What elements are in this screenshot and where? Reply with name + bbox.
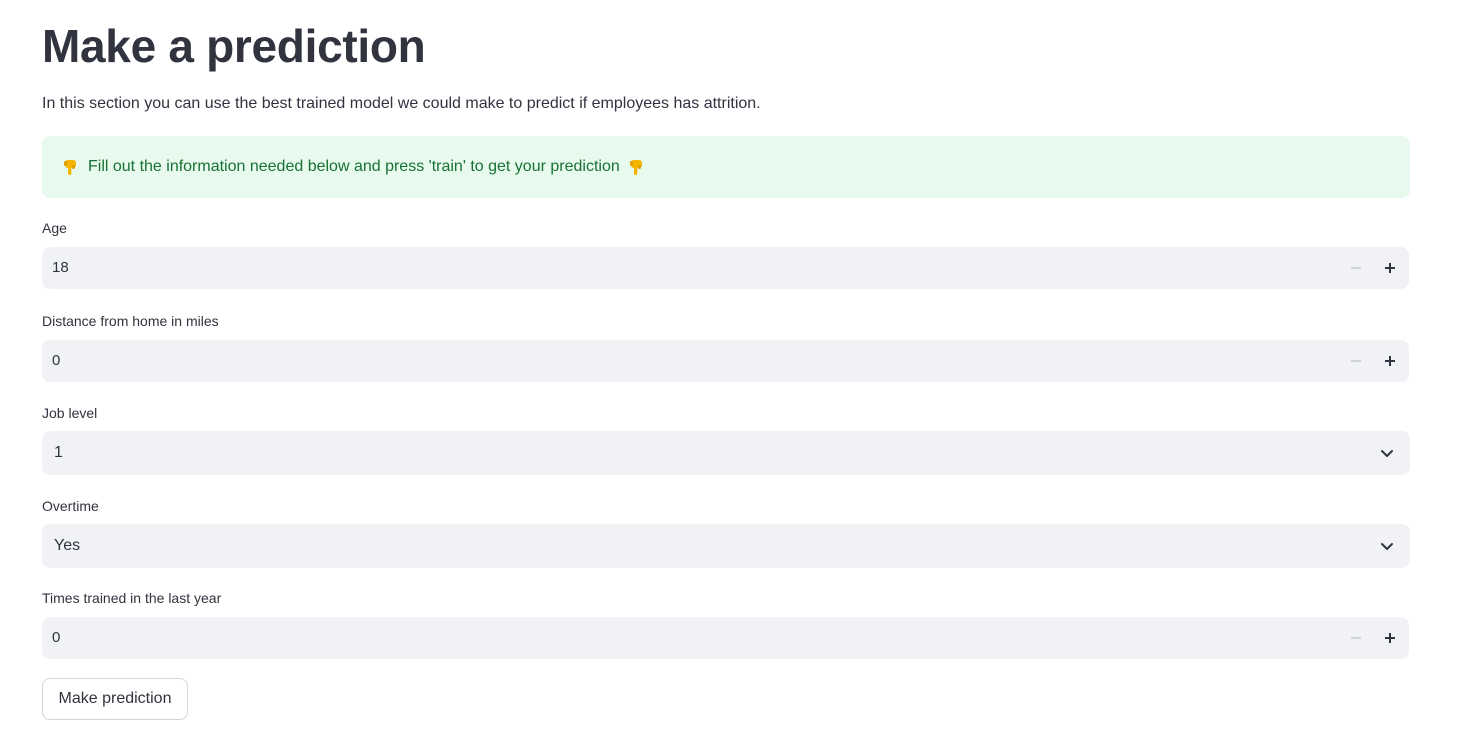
age-value[interactable]: 18	[52, 247, 69, 289]
distance-increment-button[interactable]	[1373, 340, 1407, 382]
distance-number-input[interactable]: 0	[42, 340, 1409, 382]
trainings-increment-button[interactable]	[1373, 617, 1407, 659]
minus-icon	[1351, 360, 1361, 362]
chevron-down-icon	[1381, 450, 1393, 457]
minus-icon	[1351, 637, 1361, 639]
job-level-select[interactable]: 1	[42, 431, 1410, 475]
trainings-number-input[interactable]: 0	[42, 617, 1409, 659]
distance-field: Distance from home in miles 0	[42, 312, 1410, 382]
age-label: Age	[42, 220, 67, 236]
pointing-down-emoji-icon	[628, 158, 646, 176]
job-level-value: 1	[54, 444, 63, 461]
overtime-value: Yes	[54, 537, 81, 554]
distance-value[interactable]: 0	[52, 340, 60, 382]
trainings-field: Times trained in the last year 0	[42, 589, 1410, 659]
pointing-down-emoji-icon	[62, 158, 80, 176]
job-level-field: Job level 1	[42, 404, 1410, 475]
distance-decrement-button[interactable]	[1339, 340, 1373, 382]
plus-icon	[1385, 633, 1395, 643]
trainings-decrement-button[interactable]	[1339, 617, 1373, 659]
distance-label: Distance from home in miles	[42, 313, 219, 329]
page-title: Make a prediction	[42, 20, 426, 72]
alert-text: Fill out the information needed below an…	[88, 158, 620, 175]
make-prediction-button[interactable]: Make prediction	[42, 678, 188, 720]
chevron-down-icon	[1381, 543, 1393, 550]
info-alert: Fill out the information needed below an…	[42, 136, 1410, 198]
job-level-label: Job level	[42, 405, 98, 421]
age-decrement-button[interactable]	[1339, 247, 1373, 289]
intro-text: In this section you can use the best tra…	[42, 95, 761, 112]
minus-icon	[1351, 267, 1361, 269]
age-field: Age 18	[42, 219, 1410, 289]
age-number-input[interactable]: 18	[42, 247, 1409, 289]
overtime-field: Overtime Yes	[42, 497, 1410, 568]
age-increment-button[interactable]	[1373, 247, 1407, 289]
overtime-select[interactable]: Yes	[42, 524, 1410, 568]
trainings-value[interactable]: 0	[52, 617, 60, 659]
overtime-label: Overtime	[42, 498, 99, 514]
plus-icon	[1385, 356, 1395, 366]
trainings-label: Times trained in the last year	[42, 590, 222, 606]
plus-icon	[1385, 263, 1395, 273]
